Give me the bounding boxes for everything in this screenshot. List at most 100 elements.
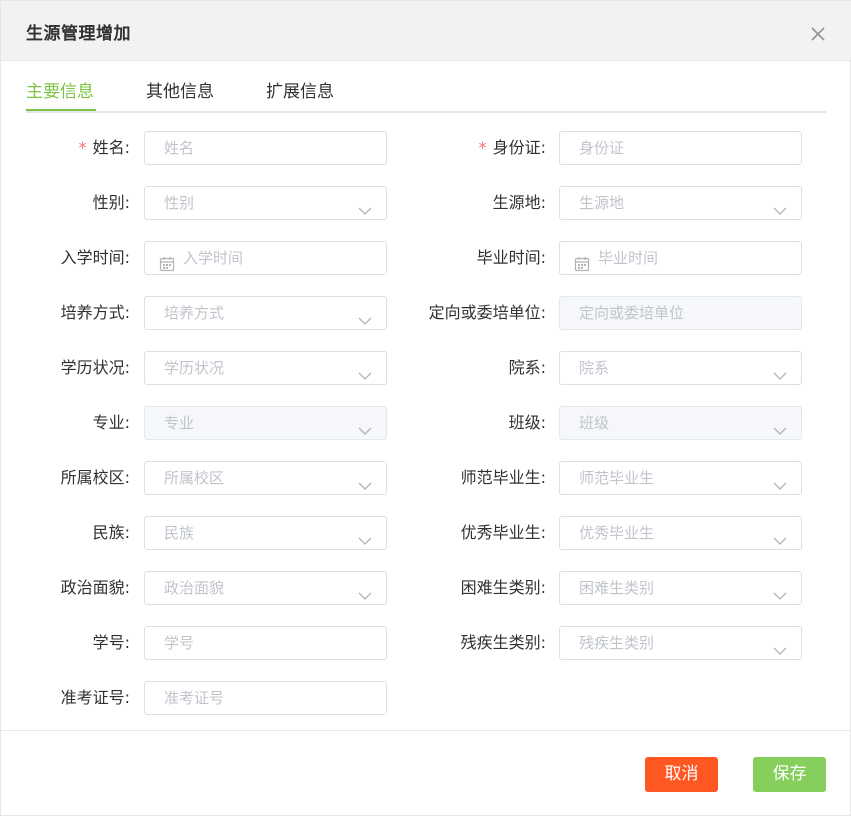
select-field[interactable]: 生源地 (559, 186, 802, 220)
form-row: 准考证号: 准考证号 (1, 681, 851, 715)
form-label: 民族: (93, 516, 130, 550)
tab-main-info[interactable]: 主要信息 (26, 77, 94, 102)
form-label-text: 院系: (508, 358, 546, 377)
select-field[interactable]: 院系 (559, 351, 802, 385)
placeholder-text: 残疾生类别 (579, 634, 655, 652)
placeholder-text: 学号 (164, 634, 195, 652)
form-row: 政治面貌: 政治面貌 困难生类别: 困难生类别 (1, 571, 851, 605)
text-input[interactable]: 准考证号 (144, 681, 387, 715)
select-field[interactable]: 师范毕业生 (559, 461, 802, 495)
form-row: 专业: 专业 班级: 班级 (1, 406, 851, 440)
form-label: 政治面貌: (61, 571, 130, 605)
form-label: 培养方式: (61, 296, 130, 330)
placeholder-text: 困难生类别 (579, 579, 655, 597)
cancel-button[interactable]: 取消 (645, 757, 718, 792)
chevron-down-icon (773, 637, 787, 655)
select-field[interactable]: 残疾生类别 (559, 626, 802, 660)
form-label: 院系: (509, 351, 546, 385)
form-label: * 身份证: (479, 131, 546, 165)
placeholder-text: 优秀毕业生 (579, 524, 655, 542)
select-field[interactable]: 所属校区 (144, 461, 387, 495)
calendar-icon (159, 251, 175, 272)
placeholder-text: 姓名 (164, 139, 195, 157)
placeholder-text: 入学时间 (183, 249, 244, 267)
date-field[interactable]: 入学时间 (144, 241, 387, 275)
tab-extended-info[interactable]: 扩展信息 (266, 77, 334, 102)
chevron-down-icon (358, 362, 372, 380)
form-row: 所属校区: 所属校区 师范毕业生: 师范毕业生 (1, 461, 851, 495)
form-label-text: 入学时间: (60, 248, 130, 267)
select-field[interactable]: 性别 (144, 186, 387, 220)
chevron-down-icon (773, 362, 787, 380)
required-asterisk: * (78, 138, 87, 157)
form-label-text: 民族: (92, 523, 130, 542)
form-label: 准考证号: (61, 681, 130, 715)
form-label-text: 身份证: (492, 138, 546, 157)
form-label-text: 专业: (92, 413, 130, 432)
text-input: 定向或委培单位 (559, 296, 802, 330)
placeholder-text: 民族 (164, 524, 195, 542)
close-icon[interactable] (807, 23, 829, 45)
form-label-text: 定向或委培单位: (428, 303, 546, 322)
tab-bar: 主要信息 其他信息 扩展信息 (26, 61, 826, 113)
tab-other-info[interactable]: 其他信息 (146, 77, 214, 102)
form-label: 师范毕业生: (461, 461, 546, 495)
form-row: 学号: 学号 残疾生类别: 残疾生类别 (1, 626, 851, 660)
select-field[interactable]: 民族 (144, 516, 387, 550)
chevron-down-icon (358, 582, 372, 600)
form-label: 残疾生类别: (461, 626, 546, 660)
footer-divider (1, 730, 851, 731)
select-field[interactable]: 困难生类别 (559, 571, 802, 605)
form-label-text: 师范毕业生: (460, 468, 546, 487)
save-button[interactable]: 保存 (753, 757, 826, 792)
form-label-text: 毕业时间: (476, 248, 546, 267)
chevron-down-icon (358, 417, 372, 435)
form-label-text: 残疾生类别: (460, 633, 546, 652)
form-label-text: 班级: (508, 413, 546, 432)
dialog: 生源管理增加 主要信息 其他信息 扩展信息 * 姓名: 姓名 * 身份证: 身份证 性别: 性… (0, 0, 851, 816)
placeholder-text: 毕业时间 (598, 249, 659, 267)
placeholder-text: 专业 (164, 414, 195, 432)
form-label-text: 性别: (92, 193, 130, 212)
form-label-text: 准考证号: (60, 688, 130, 707)
date-field[interactable]: 毕业时间 (559, 241, 802, 275)
form-label-text: 所属校区: (60, 468, 130, 487)
chevron-down-icon (773, 417, 787, 435)
form-label-text: 困难生类别: (460, 578, 546, 597)
form-label: 定向或委培单位: (429, 296, 546, 330)
select-field: 专业 (144, 406, 387, 440)
placeholder-text: 院系 (579, 359, 610, 377)
select-field[interactable]: 学历状况 (144, 351, 387, 385)
form-label: 班级: (509, 406, 546, 440)
text-input[interactable]: 姓名 (144, 131, 387, 165)
placeholder-text: 准考证号 (164, 689, 225, 707)
placeholder-text: 培养方式 (164, 304, 225, 322)
select-field[interactable]: 优秀毕业生 (559, 516, 802, 550)
form-label: 性别: (93, 186, 130, 220)
placeholder-text: 所属校区 (164, 469, 225, 487)
text-input[interactable]: 身份证 (559, 131, 802, 165)
form-label-text: 姓名: (92, 138, 130, 157)
calendar-icon (574, 251, 590, 272)
tab-active-indicator (26, 109, 96, 111)
form-label-text: 学历状况: (60, 358, 130, 377)
text-input[interactable]: 学号 (144, 626, 387, 660)
chevron-down-icon (358, 472, 372, 490)
form-label: 学号: (93, 626, 130, 660)
placeholder-text: 政治面貌 (164, 579, 225, 597)
form-label: 入学时间: (61, 241, 130, 275)
placeholder-text: 生源地 (579, 194, 625, 212)
form-label-text: 优秀毕业生: (460, 523, 546, 542)
form-label: * 姓名: (79, 131, 130, 165)
form-row: 性别: 性别 生源地: 生源地 (1, 186, 851, 220)
select-field[interactable]: 培养方式 (144, 296, 387, 330)
select-field: 班级 (559, 406, 802, 440)
placeholder-text: 师范毕业生 (579, 469, 655, 487)
form-label-text: 培养方式: (60, 303, 130, 322)
form-label: 生源地: (493, 186, 546, 220)
form-label: 优秀毕业生: (461, 516, 546, 550)
form-label-text: 生源地: (492, 193, 546, 212)
chevron-down-icon (358, 307, 372, 325)
select-field[interactable]: 政治面貌 (144, 571, 387, 605)
form-row: 学历状况: 学历状况 院系: 院系 (1, 351, 851, 385)
